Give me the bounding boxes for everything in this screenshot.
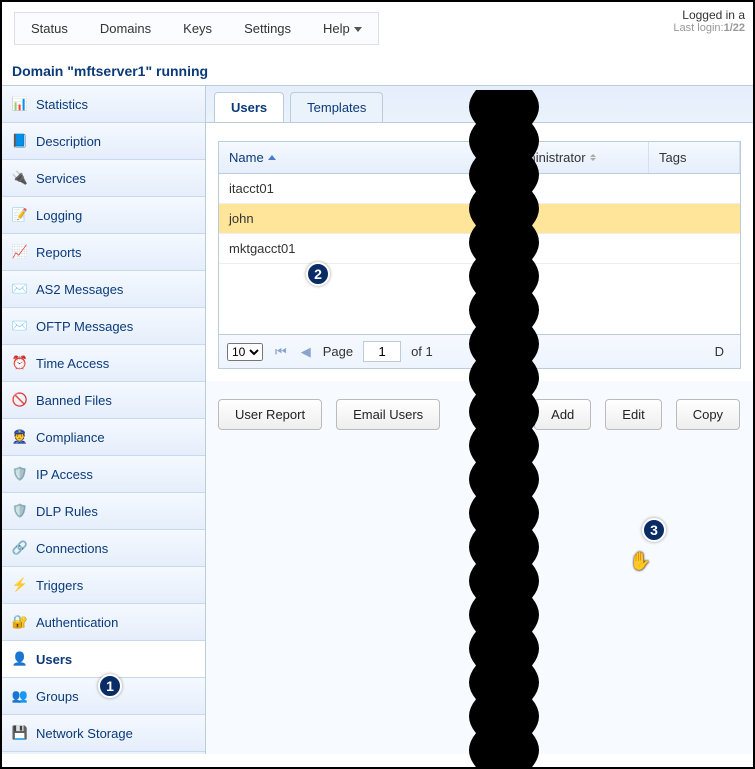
services-icon: 🔌 [12,170,28,186]
sidebar-item-connections[interactable]: 🔗 Connections [2,530,205,567]
sidebar-item-authentication[interactable]: 🔐 Authentication [2,604,205,641]
sidebar-item-compliance[interactable]: 👮 Compliance [2,419,205,456]
banned-files-icon: 🚫 [12,392,28,408]
tab-templates[interactable]: Templates [290,92,383,122]
sidebar-item-oftp-messages[interactable]: ✉️ OFTP Messages [2,308,205,345]
sidebar-item-dlp-rules[interactable]: 🛡️ DLP Rules [2,493,205,530]
sidebar-item-label: Time Access [36,356,109,371]
sidebar-item-as2-messages[interactable]: ✉️ AS2 Messages [2,271,205,308]
tab-users[interactable]: Users [214,92,284,122]
sidebar-item-statistics[interactable]: 📊 Statistics [2,86,205,123]
nav-keys[interactable]: Keys [167,13,228,44]
sidebar-item-time-access[interactable]: ⏰ Time Access [2,345,205,382]
sidebar-item-label: AS2 Messages [36,282,123,297]
sidebar-item-label: OFTP Messages [36,319,133,334]
sidebar-item-label: Authentication [36,615,118,630]
sidebar-item-label: IP Access [36,467,93,482]
col-tags[interactable]: Tags [649,142,740,173]
first-page-icon[interactable]: ⏮ [273,344,289,360]
sidebar-item-logging[interactable]: 📝 Logging [2,197,205,234]
logged-in-text: Logged in a [673,8,745,22]
triggers-icon: ⚡ [12,577,28,593]
dlp-rules-icon: 🛡️ [12,503,28,519]
groups-icon: 👥 [12,688,28,704]
compliance-icon: 👮 [12,429,28,445]
logging-icon: 📝 [12,207,28,223]
sidebar-item-label: Logging [36,208,82,223]
nav-domains[interactable]: Domains [84,13,167,44]
statistics-icon: 📊 [12,96,28,112]
sidebar-item-network-storage[interactable]: 💾 Network Storage [2,715,205,752]
authentication-icon: 🔐 [12,614,28,630]
login-info: Logged in a Last login:1/22 [673,8,745,34]
ip-access-icon: 🛡️ [12,466,28,482]
sidebar-item-users[interactable]: 👤 Users [2,641,205,678]
col-name[interactable]: Name [219,142,499,173]
page-label: Page [323,344,353,359]
user-report-button[interactable]: User Report [218,399,322,430]
sidebar-item-description[interactable]: 📘 Description [2,123,205,160]
sidebar-item-reports[interactable]: 📈 Reports [2,234,205,271]
nav-settings[interactable]: Settings [228,13,307,44]
nav-status[interactable]: Status [15,13,84,44]
connections-icon: 🔗 [12,540,28,556]
users-grid: Name Administrator Tags itacct01 john mktg… [218,141,741,369]
pager: 10 ⏮ ◀ Page of 1 D [219,334,740,368]
display-count: D [715,344,724,359]
main-panel: Users Templates Name Administrator [206,85,753,754]
reports-icon: 📈 [12,244,28,260]
sidebar-item-services[interactable]: 🔌 Services [2,160,205,197]
sidebar-item-label: Banned Files [36,393,112,408]
sidebar-item-label: Network Storage [36,726,133,741]
action-bar: User Report Email Users Add Edit Copy [206,381,753,436]
oftp-messages-icon: ✉️ [12,318,28,334]
col-administrator[interactable]: Administrator [499,142,649,173]
sidebar-item-triggers[interactable]: ⚡ Triggers [2,567,205,604]
sidebar-item-label: Groups [36,689,79,704]
sidebar-item-label: Compliance [36,430,105,445]
sidebar-item-label: Services [36,171,86,186]
domain-status-title: Domain "mftserver1" running [2,55,753,85]
table-row[interactable]: itacct01 [219,174,740,204]
time-access-icon: ⏰ [12,355,28,371]
sidebar-item-label: Statistics [36,97,88,112]
grid-header-row: Name Administrator Tags [219,142,740,174]
sort-asc-icon [268,155,276,160]
sidebar-item-groups[interactable]: 👥 Groups [2,678,205,715]
sidebar-item-label: DLP Rules [36,504,98,519]
add-button[interactable]: Add [534,399,591,430]
sort-icon [590,154,596,161]
users-icon: 👤 [12,651,28,667]
as2-messages-icon: ✉️ [12,281,28,297]
cell-name: mktgacct01 [229,241,509,256]
edit-button[interactable]: Edit [605,399,661,430]
nav-help[interactable]: Help [307,13,378,44]
page-input[interactable] [363,341,401,362]
copy-button[interactable]: Copy [676,399,740,430]
table-row[interactable]: mktgacct01 [219,234,740,264]
sidebar-item-label: Connections [36,541,108,556]
sidebar-item-label: Description [36,134,101,149]
sidebar-item-label: Triggers [36,578,83,593]
table-row[interactable]: john [219,204,740,234]
chevron-down-icon [354,27,362,32]
top-nav: Status Domains Keys Settings Help Logged… [2,2,753,55]
of-label: of 1 [411,344,433,359]
tab-bar: Users Templates [206,86,753,123]
sidebar-item-ip-access[interactable]: 🛡️ IP Access [2,456,205,493]
email-users-button[interactable]: Email Users [336,399,440,430]
sidebar: 📊 Statistics 📘 Description 🔌 Services 📝 Logging… [2,85,206,754]
cell-name: itacct01 [229,181,509,196]
sidebar-item-banned-files[interactable]: 🚫 Banned Files [2,382,205,419]
cell-name: john [229,211,509,226]
sidebar-item-label: Users [36,652,72,667]
description-icon: 📘 [12,133,28,149]
sidebar-item-label: Reports [36,245,82,260]
page-size-select[interactable]: 10 [227,343,263,361]
network-storage-icon: 💾 [12,725,28,741]
prev-page-icon[interactable]: ◀ [299,344,313,360]
